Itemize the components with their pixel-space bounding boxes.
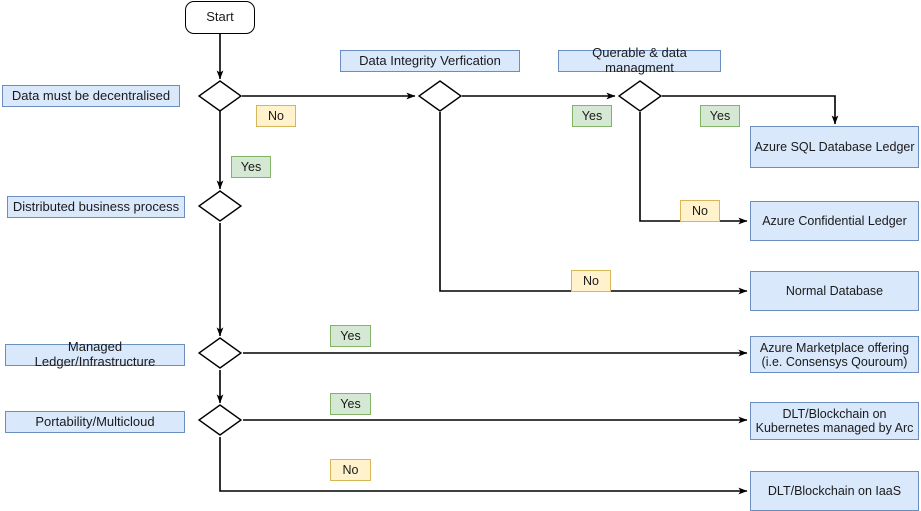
diamond-shape bbox=[418, 80, 462, 112]
edge-label-data-integrity-yes: Yes bbox=[572, 105, 612, 127]
decision-data-integrity[interactable] bbox=[418, 80, 462, 112]
decision-distributed-business-process[interactable] bbox=[198, 190, 242, 222]
decision-label-querable: Querable & data managment bbox=[558, 46, 721, 75]
outcome-label: Azure Marketplace offering (i.e. Consens… bbox=[759, 340, 910, 369]
decision-decentralised[interactable] bbox=[198, 80, 242, 112]
outcome-dlt-blockchain-iaas[interactable]: DLT/Blockchain on IaaS bbox=[750, 471, 919, 511]
decision-label-text: Managed Ledger/Infrastructure bbox=[34, 339, 156, 369]
edge-label-text: No bbox=[583, 274, 599, 288]
edge-label-querable-yes: Yes bbox=[700, 105, 740, 127]
decision-label-text: Data must be decentralised bbox=[11, 87, 171, 103]
edge-label-portability-no: No bbox=[330, 459, 371, 481]
outcome-label: Azure Confidential Ledger bbox=[762, 214, 907, 228]
decision-label-text: Data Integrity Verfication bbox=[359, 52, 501, 68]
decision-managed-ledger[interactable] bbox=[198, 337, 242, 369]
outcome-label: DLT/Blockchain on Kubernetes managed by … bbox=[755, 407, 914, 435]
flowchart-canvas: Start Data must be decentralised Distrib… bbox=[0, 0, 921, 511]
decision-label-data-integrity: Data Integrity Verfication bbox=[340, 50, 520, 72]
decision-querable[interactable] bbox=[618, 80, 662, 112]
outcome-azure-confidential-ledger[interactable]: Azure Confidential Ledger bbox=[750, 201, 919, 241]
outcome-dlt-blockchain-kubernetes[interactable]: DLT/Blockchain on Kubernetes managed by … bbox=[750, 402, 919, 440]
outcome-label: Azure SQL Database Ledger bbox=[754, 140, 915, 154]
edge-label-data-integrity-no: No bbox=[571, 270, 611, 292]
edge-label-text: Yes bbox=[709, 109, 731, 123]
edge-label-managed-ledger-yes: Yes bbox=[330, 325, 371, 347]
edge-label-portability-yes: Yes bbox=[330, 393, 371, 415]
decision-label-text: Portability/Multicloud bbox=[35, 413, 155, 429]
decision-label-text: Distributed business process bbox=[12, 198, 180, 214]
decision-portability[interactable] bbox=[198, 404, 242, 436]
outcome-label: Normal Database bbox=[785, 284, 884, 298]
outcome-label: DLT/Blockchain on IaaS bbox=[767, 484, 902, 498]
outcome-normal-database[interactable]: Normal Database bbox=[750, 271, 919, 311]
decision-label-text: Querable & data managment bbox=[592, 45, 687, 75]
edge-label-text: No bbox=[342, 463, 359, 477]
edge-label-text: Yes bbox=[581, 109, 603, 123]
diamond-shape bbox=[618, 80, 662, 112]
decision-label-portability: Portability/Multicloud bbox=[5, 411, 185, 433]
edge-label-querable-no: No bbox=[680, 200, 720, 222]
outcome-azure-marketplace-offering[interactable]: Azure Marketplace offering (i.e. Consens… bbox=[750, 336, 919, 373]
decision-label-managed-ledger: Managed Ledger/Infrastructure bbox=[5, 340, 185, 369]
diamond-shape bbox=[198, 190, 242, 222]
edge-label-text: Yes bbox=[340, 397, 361, 411]
decision-label-distributed-business-process: Distributed business process bbox=[7, 196, 185, 218]
start-node[interactable]: Start bbox=[185, 1, 255, 34]
start-node-label: Start bbox=[206, 9, 234, 25]
edge-label-decentralised-yes: Yes bbox=[231, 156, 271, 178]
edge-label-text: Yes bbox=[340, 329, 361, 343]
diamond-shape bbox=[198, 80, 242, 112]
diamond-shape bbox=[198, 404, 242, 436]
outcome-azure-sql-database-ledger[interactable]: Azure SQL Database Ledger bbox=[750, 126, 919, 168]
edge-label-decentralised-no: No bbox=[256, 105, 296, 127]
diamond-shape bbox=[198, 337, 242, 369]
edge-label-text: No bbox=[692, 204, 708, 218]
edge-label-text: No bbox=[268, 109, 284, 123]
decision-label-decentralised: Data must be decentralised bbox=[2, 85, 180, 107]
edge-label-text: Yes bbox=[240, 160, 262, 174]
